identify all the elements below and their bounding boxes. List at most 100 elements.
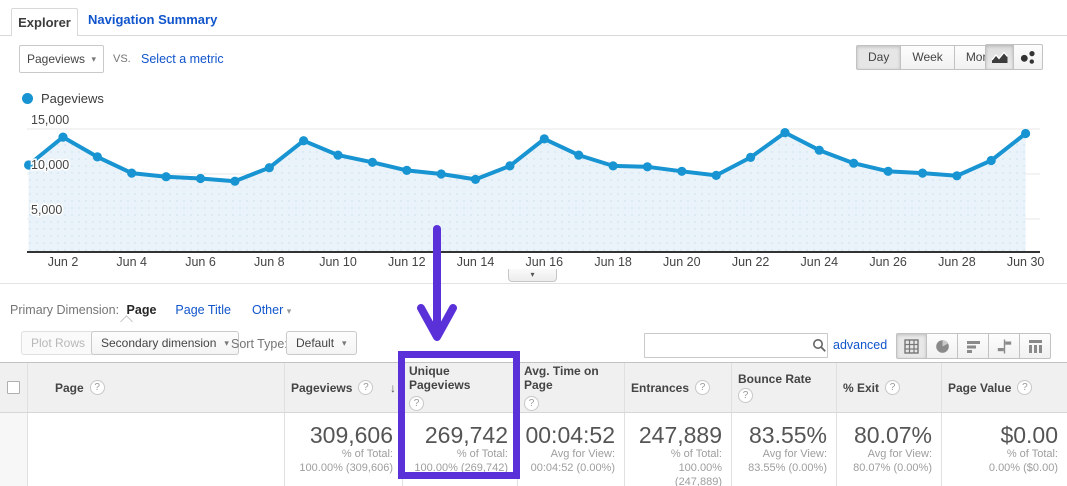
analytics-explorer-panel: Explorer Navigation Summary Pageviews ▾ … xyxy=(0,0,1067,486)
pivot-view-button[interactable] xyxy=(1020,333,1051,359)
data-point xyxy=(780,128,789,137)
x-axis-tick-label: Jun 26 xyxy=(869,255,907,269)
column-header-unique-pageviews[interactable]: Unique Pageviews ? xyxy=(403,363,518,412)
total-sub-label: % of Total: xyxy=(407,448,508,462)
search-button[interactable] xyxy=(812,334,827,357)
column-header-pageviews[interactable]: Pageviews ? ↓ xyxy=(285,363,403,412)
totals-entrances: 247,889 % of Total: 100.00% (247,889) xyxy=(625,413,732,486)
vs-label: VS. xyxy=(113,53,131,65)
help-icon[interactable]: ? xyxy=(738,388,753,403)
header-label: Pageviews xyxy=(291,381,352,395)
totals-unique-pageviews: 269,742 % of Total: 100.00% (269,742) xyxy=(403,413,518,486)
motion-chart-icon xyxy=(1020,50,1037,65)
search-input[interactable] xyxy=(645,334,812,357)
total-sub-label: Avg for View: xyxy=(736,448,827,462)
data-point xyxy=(643,162,652,171)
data-point xyxy=(712,171,721,180)
sort-type-label: Sort Type: xyxy=(231,337,288,351)
header-label: Bounce Rate xyxy=(738,372,811,386)
total-value: 269,742 xyxy=(407,422,508,448)
data-point xyxy=(746,153,755,162)
percentage-view-button[interactable] xyxy=(927,333,958,359)
data-point xyxy=(93,152,102,161)
section-divider xyxy=(0,283,1067,284)
y-axis-tick-label: 10,000 xyxy=(31,158,69,172)
x-axis-tick-label: Jun 2 xyxy=(48,255,79,269)
day-button[interactable]: Day xyxy=(856,45,901,70)
x-axis-tick-label: Jun 30 xyxy=(1007,255,1045,269)
week-button[interactable]: Week xyxy=(901,45,954,70)
x-axis-tick-label: Jun 14 xyxy=(457,255,495,269)
line-chart-icon xyxy=(991,51,1009,64)
help-icon[interactable]: ? xyxy=(524,396,539,411)
primary-dimension-bar: Primary Dimension: Page Page Title Other… xyxy=(10,303,291,317)
total-sub-label: Avg for View: xyxy=(522,448,615,462)
dimension-page-title-link[interactable]: Page Title xyxy=(175,303,231,317)
data-point xyxy=(918,169,927,178)
tabstrip-divider xyxy=(0,35,1067,36)
performance-view-button[interactable] xyxy=(958,333,989,359)
legend-series-label: Pageviews xyxy=(41,91,104,106)
tab-navigation-summary[interactable]: Navigation Summary xyxy=(88,12,217,27)
help-icon[interactable]: ? xyxy=(409,396,424,411)
total-value: 83.55% xyxy=(736,422,827,448)
motion-chart-button[interactable] xyxy=(1014,44,1043,70)
column-header-page-value[interactable]: Page Value ? xyxy=(942,363,1067,412)
column-header-percent-exit[interactable]: % Exit ? xyxy=(837,363,942,412)
total-sub-value: 80.07% (0.00%) xyxy=(841,462,932,476)
metric-dropdown-value: Pageviews xyxy=(27,52,91,66)
total-sub-value: 100.00% (247,889) xyxy=(629,462,722,486)
tab-explorer[interactable]: Explorer xyxy=(11,8,78,36)
line-chart-button[interactable] xyxy=(985,44,1014,70)
help-icon[interactable]: ? xyxy=(885,380,900,395)
comparison-bars-icon xyxy=(997,339,1012,354)
header-label: Page Value xyxy=(948,381,1011,395)
sort-descending-icon: ↓ xyxy=(390,381,396,395)
x-axis-tick-label: Jun 24 xyxy=(801,255,839,269)
select-all-checkbox[interactable] xyxy=(7,381,20,394)
total-value: 00:04:52 xyxy=(522,422,615,448)
select-all-cell xyxy=(0,363,28,412)
data-table-view-button[interactable] xyxy=(896,333,927,359)
x-axis-tick-label: Jun 28 xyxy=(938,255,976,269)
column-header-page[interactable]: Page ? xyxy=(28,363,285,412)
secondary-dimension-dropdown[interactable]: Secondary dimension ▾ xyxy=(91,331,239,355)
data-point xyxy=(677,167,686,176)
select-a-metric-link[interactable]: Select a metric xyxy=(141,52,224,66)
table-search-box xyxy=(644,333,828,358)
y-axis-tick-label: 15,000 xyxy=(31,113,69,127)
x-axis-tick-label: Jun 20 xyxy=(663,255,701,269)
help-icon[interactable]: ? xyxy=(90,380,105,395)
data-point xyxy=(540,134,549,143)
header-label: Unique Pageviews xyxy=(409,364,505,392)
data-point xyxy=(1021,129,1030,138)
pivot-table-icon xyxy=(1028,339,1043,354)
pageviews-line-chart[interactable]: 5,00010,00015,000Jun 2Jun 4Jun 6Jun 8Jun… xyxy=(0,108,1067,283)
data-point xyxy=(849,159,858,168)
selected-dimension-notch xyxy=(120,315,133,328)
timeline-slider-handle[interactable]: ▾ xyxy=(508,269,557,282)
advanced-search-link[interactable]: advanced xyxy=(833,338,887,352)
help-icon[interactable]: ? xyxy=(695,380,710,395)
chevron-down-icon: ▾ xyxy=(287,306,292,316)
help-icon[interactable]: ? xyxy=(358,380,373,395)
x-axis-tick-label: Jun 22 xyxy=(732,255,770,269)
dimension-page-selected[interactable]: Page xyxy=(127,303,157,317)
primary-dimension-label: Primary Dimension: xyxy=(10,303,119,317)
comparison-view-button[interactable] xyxy=(989,333,1020,359)
totals-page-value: $0.00 % of Total: 0.00% ($0.00) xyxy=(942,413,1067,486)
column-header-bounce-rate[interactable]: Bounce Rate ? xyxy=(732,363,837,412)
total-sub-value: 100.00% (269,742) xyxy=(407,462,508,476)
dimension-other-link[interactable]: Other xyxy=(252,303,283,317)
total-value: 309,606 xyxy=(289,422,393,448)
help-icon[interactable]: ? xyxy=(1017,380,1032,395)
data-point xyxy=(505,161,514,170)
secondary-dimension-label: Secondary dimension xyxy=(101,336,216,350)
column-header-entrances[interactable]: Entrances ? xyxy=(625,363,732,412)
sort-type-dropdown[interactable]: Default ▾ xyxy=(286,331,357,355)
horizontal-bars-icon xyxy=(966,339,981,354)
metric-dropdown[interactable]: Pageviews ▾ xyxy=(19,45,104,73)
data-point xyxy=(196,174,205,183)
totals-avg-time-on-page: 00:04:52 Avg for View: 00:04:52 (0.00%) xyxy=(518,413,625,486)
column-header-avg-time-on-page[interactable]: Avg. Time on Page ? xyxy=(518,363,625,412)
